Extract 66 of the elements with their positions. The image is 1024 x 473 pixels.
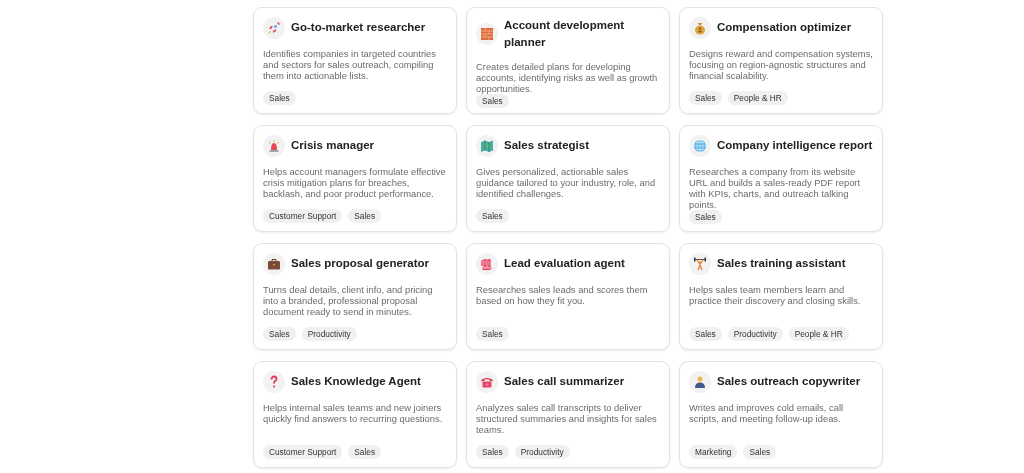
- agent-card[interactable]: Sales proposal generator Turns deal details, client info, and pricing into a branded, professional proposal document ready to send in minutes. Sales Productivity: [253, 243, 457, 350]
- globe-icon: [693, 139, 707, 153]
- brick-wall-icon: [480, 27, 494, 42]
- agent-title: Sales outreach copywriter: [717, 374, 861, 390]
- briefcase-icon: [267, 257, 281, 271]
- category-tag: Sales: [743, 445, 777, 459]
- agent-card[interactable]: Sales Knowledge Agent Helps internal sales teams and new joiners quickly find answers to recurring questions. Customer Support Sales: [253, 361, 457, 468]
- category-tag: Sales: [263, 327, 296, 341]
- agent-description: Gives personalized, actionable sales guidance tailored to your industry, role, and identified challenges.: [476, 166, 657, 199]
- agent-title: Sales training assistant: [717, 256, 846, 272]
- category-tag: Sales: [263, 91, 296, 105]
- agent-title: Sales proposal generator: [291, 256, 430, 272]
- agent-description: Creates detailed plans for developing accounts, identifying risks as well as growth opportunities.: [476, 60, 659, 94]
- category-tag: Sales: [689, 327, 722, 341]
- agent-description: Designs reward and compensation systems, focusing on region-agnostic structures and financial scalability.: [689, 48, 873, 81]
- category-tag: Sales: [348, 209, 382, 223]
- agent-card[interactable]: Sales outreach copywriter Writes and improves cold emails, call scripts, and meeting follow-up ideas. Marketing Sales: [679, 361, 883, 468]
- agent-description: Helps sales team members learn and practice their discovery and closing skills.: [689, 284, 862, 306]
- rocket-icon: [267, 21, 281, 35]
- agent-description: Researches sales leads and scores them based on how they fit you.: [476, 284, 649, 306]
- weightlifter-icon: [693, 257, 707, 271]
- agent-title: Go-to-market researcher: [291, 20, 426, 36]
- category-tag: Customer Support: [263, 209, 343, 223]
- agent-description: Identifies companies in targeted countries and sectors for sales outreach, compiling them into actionable lists.: [263, 48, 438, 81]
- agent-card[interactable]: Crisis manager Helps account managers formulate effective crisis mitigation plans for breaches, backlash, and poor product performance. Customer Support Sales: [253, 125, 457, 232]
- siren-icon: [267, 139, 281, 153]
- agent-description: Helps account managers formulate effective crisis mitigation plans for breaches, backlash, and poor product performance.: [263, 166, 447, 199]
- category-tag: Sales: [689, 210, 722, 224]
- agent-title: Crisis manager: [291, 138, 375, 154]
- money-bag-icon: [693, 21, 707, 35]
- agent-description: Analyzes sales call transcripts to deliver structured summaries and insights for sales teams.: [476, 402, 658, 435]
- agent-card[interactable]: Sales training assistant Helps sales team members learn and practice their discovery and closing skills. Sales Productivity People & HR: [679, 243, 883, 350]
- agent-title: Company intelligence report: [717, 138, 873, 154]
- agent-description: Writes and improves cold emails, call scripts, and meeting follow-up ideas.: [689, 402, 845, 424]
- agent-card[interactable]: Sales strategist Gives personalized, actionable sales guidance tailored to your industry, role, and identified challenges. Sales: [466, 125, 670, 232]
- agent-title: Sales call summarizer: [504, 374, 625, 390]
- category-tag: Sales: [689, 91, 722, 105]
- category-tag: Productivity: [301, 327, 357, 341]
- map-icon: [480, 139, 494, 153]
- agent-card[interactable]: Go-to-market researcher Identifies companies in targeted countries and sectors for sales outreach, compiling them into actionable lists. Sales: [253, 7, 457, 114]
- agent-title: Account development planner: [504, 18, 626, 51]
- category-tag: Sales: [476, 445, 509, 459]
- agent-description: Researches a company from its website URL and builds a sales-ready PDF report with KPIs, charts, and outreach talking points.: [689, 166, 862, 210]
- agent-title: Sales strategist: [504, 138, 589, 154]
- category-tag: People & HR: [727, 91, 788, 105]
- agent-title: Compensation optimizer: [717, 20, 852, 36]
- category-tag: Productivity: [514, 445, 570, 459]
- category-tag: Sales: [476, 93, 509, 108]
- agent-description: Turns deal details, client info, and pricing into a branded, professional proposal document ready to send in minutes.: [263, 284, 434, 317]
- agent-card[interactable]: Account development planner Creates detailed plans for developing accounts, identifying risks as well as growth opportunities. Sales: [466, 7, 670, 114]
- person-icon: [693, 375, 707, 389]
- agent-description: Helps internal sales teams and new joiners quickly find answers to recurring questions.: [263, 402, 444, 424]
- agent-card[interactable]: Sales call summarizer Analyzes sales call transcripts to deliver structured summaries and insights for sales teams. Sales Productivity: [466, 361, 670, 468]
- category-tag: Sales: [476, 209, 509, 223]
- category-tag: People & HR: [788, 327, 849, 341]
- category-tag: Sales: [348, 445, 382, 459]
- category-tag: Productivity: [727, 327, 783, 341]
- category-tag: Customer Support: [263, 445, 343, 459]
- agent-title: Lead evaluation agent: [504, 256, 625, 272]
- category-tag: Marketing: [689, 445, 738, 459]
- agent-card[interactable]: Lead evaluation agent Researches sales leads and scores them based on how they fit you. Sales: [466, 243, 670, 350]
- telephone-icon: [480, 375, 494, 389]
- agent-card[interactable]: Company intelligence report Researches a company from its website URL and builds a sales-ready PDF report with KPIs, charts, and outreach talking points. Sales: [679, 125, 883, 232]
- agent-title: Sales Knowledge Agent: [291, 374, 421, 390]
- agent-card[interactable]: Compensation optimizer Designs reward and compensation systems, focusing on region-agnostic structures and financial scalability. Sales People & HR: [679, 7, 883, 114]
- category-tag: Sales: [476, 327, 509, 341]
